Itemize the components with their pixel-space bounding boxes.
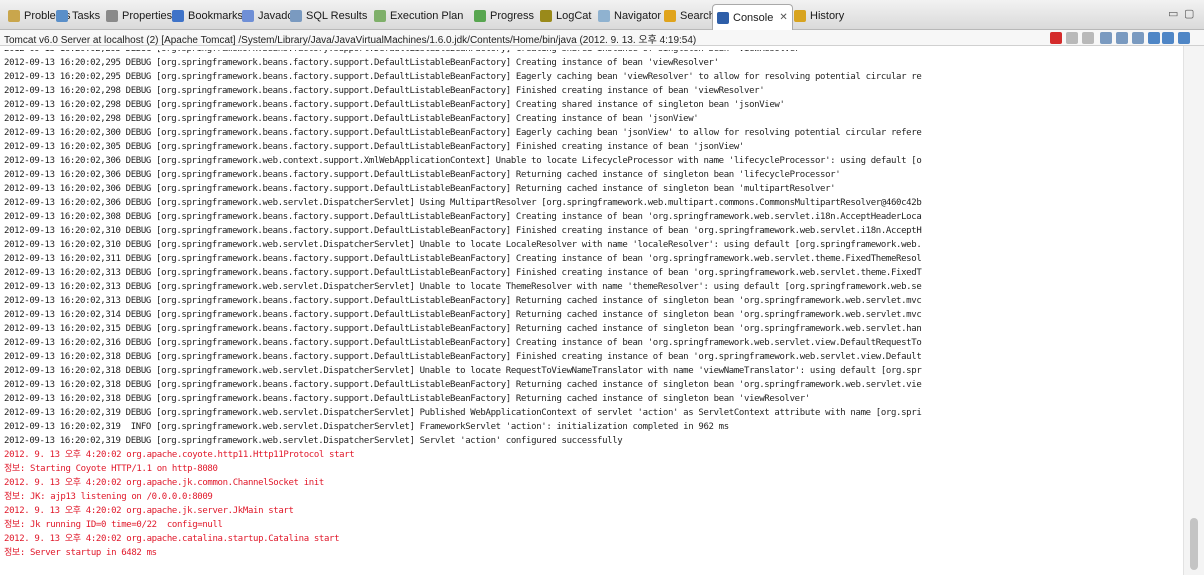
log-line: 2012-09-13 16:20:02,318 DEBUG [org.sprin…: [4, 394, 810, 404]
process-title: Tomcat v6.0 Server at localhost (2) [Apa…: [4, 35, 697, 46]
log-line: 2012-09-13 16:20:02,306 DEBUG [org.sprin…: [4, 156, 922, 166]
log-line: 2012-09-13 16:20:02,298 DEBUG [org.sprin…: [4, 114, 699, 124]
stderr-line: 2012. 9. 13 오후 4:20:02 org.apache.coyote…: [4, 450, 355, 460]
progress-icon: [474, 10, 486, 22]
tab-search[interactable]: Search: [660, 5, 719, 27]
log-line: 2012-09-13 16:20:02,316 DEBUG [org.sprin…: [4, 338, 922, 348]
show-on-output-icon[interactable]: [1132, 32, 1144, 44]
history-icon: [794, 10, 806, 22]
tab-execution-plan[interactable]: Execution Plan: [370, 5, 467, 27]
log-line: 2012-09-13 16:20:02,313 DEBUG [org.sprin…: [4, 282, 922, 292]
remove-launch-icon[interactable]: [1066, 32, 1078, 44]
log-line: 2012-09-13 16:20:02,310 DEBUG [org.sprin…: [4, 226, 922, 236]
tab-label: History: [810, 10, 845, 22]
log-line: 2012-09-13 16:20:02,308 DEBUG [org.sprin…: [4, 212, 922, 222]
stderr-line: 정보: Starting Coyote HTTP/1.1 on http-808…: [4, 464, 218, 474]
pin-console-icon[interactable]: [1148, 32, 1160, 44]
stderr-line: 2012. 9. 13 오후 4:20:02 org.apache.jk.ser…: [4, 506, 294, 516]
stderr-line: 2012. 9. 13 오후 4:20:02 org.apache.jk.com…: [4, 478, 324, 488]
bookmarks-icon: [172, 10, 184, 22]
word-wrap-icon[interactable]: [1116, 32, 1128, 44]
tab-progress[interactable]: Progress: [470, 5, 538, 27]
tab-label: Console: [733, 11, 774, 24]
console-icon: [717, 11, 729, 24]
tab-label: LogCat: [556, 10, 592, 22]
stderr-line: 정보: Server startup in 6482 ms: [4, 548, 157, 558]
console-header: Tomcat v6.0 Server at localhost (2) [Apa…: [0, 30, 1204, 46]
tab-label: Properties: [122, 10, 173, 22]
scroll-lock-icon[interactable]: [1100, 32, 1112, 44]
close-icon[interactable]: ✕: [779, 12, 787, 23]
log-line: 2012-09-13 16:20:02,318 DEBUG [org.sprin…: [4, 380, 922, 390]
log-line: 2012-09-13 16:20:02,295 DEBUG [org.sprin…: [4, 58, 719, 68]
log-line: 2012-09-13 16:20:02,318 DEBUG [org.sprin…: [4, 366, 922, 376]
navigator-icon: [598, 10, 610, 22]
log-line: 2012-09-13 16:20:02,300 DEBUG [org.sprin…: [4, 128, 922, 138]
execution-plan-icon: [374, 10, 386, 22]
vertical-scrollbar[interactable]: [1183, 46, 1204, 575]
tasks-icon: [56, 10, 68, 22]
display-console-icon[interactable]: [1162, 32, 1174, 44]
log-line: 2012-09-13 16:20:02,298 DEBUG [org.sprin…: [4, 86, 765, 96]
stderr-line: 정보: Jk running ID=0 time=0/22 config=nul…: [4, 520, 223, 530]
tab-label: SQL Results: [306, 10, 368, 22]
log-line: 2012-09-13 16:20:02,306 DEBUG [org.sprin…: [4, 170, 841, 180]
stderr-line: 2012. 9. 13 오후 4:20:02 org.apache.catali…: [4, 534, 340, 544]
sql-results-icon: [290, 10, 302, 22]
console-output[interactable]: 2012-09-13 16:20:02,295 DEBUG [org.sprin…: [0, 50, 1183, 575]
tab-label: Search: [680, 10, 715, 22]
log-line: 2012-09-13 16:20:02,295 DEBUG [org.sprin…: [4, 72, 922, 82]
log-line: 2012-09-13 16:20:02,313 DEBUG [org.sprin…: [4, 296, 922, 306]
scrollbar-thumb[interactable]: [1190, 518, 1198, 570]
maximize-icon[interactable]: ▢: [1184, 7, 1194, 20]
log-line: 2012-09-13 16:20:02,318 DEBUG [org.sprin…: [4, 352, 922, 362]
log-line: 2012-09-13 16:20:02,306 DEBUG [org.sprin…: [4, 184, 836, 194]
tab-label: Bookmarks: [188, 10, 244, 22]
log-line: 2012-09-13 16:20:02,295 DEBUG [org.sprin…: [4, 50, 805, 55]
log-line: 2012-09-13 16:20:02,313 DEBUG [org.sprin…: [4, 268, 922, 278]
new-console-icon[interactable]: [1178, 32, 1190, 44]
tab-console[interactable]: Console ✕: [712, 4, 793, 30]
log-line: 2012-09-13 16:20:02,319 INFO [org.spring…: [4, 422, 729, 432]
log-line: 2012-09-13 16:20:02,306 DEBUG [org.sprin…: [4, 198, 922, 208]
javadoc-icon: [242, 10, 254, 22]
tab-history[interactable]: History: [790, 5, 848, 27]
log-line: 2012-09-13 16:20:02,305 DEBUG [org.sprin…: [4, 142, 744, 152]
tab-label: Progress: [490, 10, 535, 22]
log-line: 2012-09-13 16:20:02,315 DEBUG [org.sprin…: [4, 324, 922, 334]
problems-icon: [8, 10, 20, 22]
tab-navigator[interactable]: Navigator: [594, 5, 665, 27]
log-line: 2012-09-13 16:20:02,298 DEBUG [org.sprin…: [4, 100, 785, 110]
tab-properties[interactable]: Properties: [102, 5, 176, 27]
search-icon: [664, 10, 676, 22]
log-line: 2012-09-13 16:20:02,319 DEBUG [org.sprin…: [4, 436, 623, 446]
tab-label: Execution Plan: [390, 10, 464, 22]
tab-label: Navigator: [614, 10, 662, 22]
remove-all-icon[interactable]: [1082, 32, 1094, 44]
tab-logcat[interactable]: LogCat: [536, 5, 595, 27]
view-tab-bar: Problems Tasks Properties Bookmarks Javadoc S…: [0, 0, 1204, 30]
terminate-icon[interactable]: [1050, 32, 1062, 44]
tab-bookmarks[interactable]: Bookmarks: [168, 5, 247, 27]
log-line: 2012-09-13 16:20:02,310 DEBUG [org.sprin…: [4, 240, 922, 250]
properties-icon: [106, 10, 118, 22]
logcat-icon: [540, 10, 552, 22]
minimize-icon[interactable]: ▭: [1168, 7, 1178, 20]
log-line: 2012-09-13 16:20:02,319 DEBUG [org.sprin…: [4, 408, 922, 418]
tab-sql-results[interactable]: SQL Results: [286, 5, 371, 27]
tab-label: Tasks: [72, 10, 101, 22]
stderr-line: 정보: JK: ajp13 listening on /0.0.0.0:8009: [4, 492, 213, 502]
log-line: 2012-09-13 16:20:02,311 DEBUG [org.sprin…: [4, 254, 922, 264]
tab-tasks[interactable]: Tasks: [52, 5, 104, 27]
log-line: 2012-09-13 16:20:02,314 DEBUG [org.sprin…: [4, 310, 922, 320]
